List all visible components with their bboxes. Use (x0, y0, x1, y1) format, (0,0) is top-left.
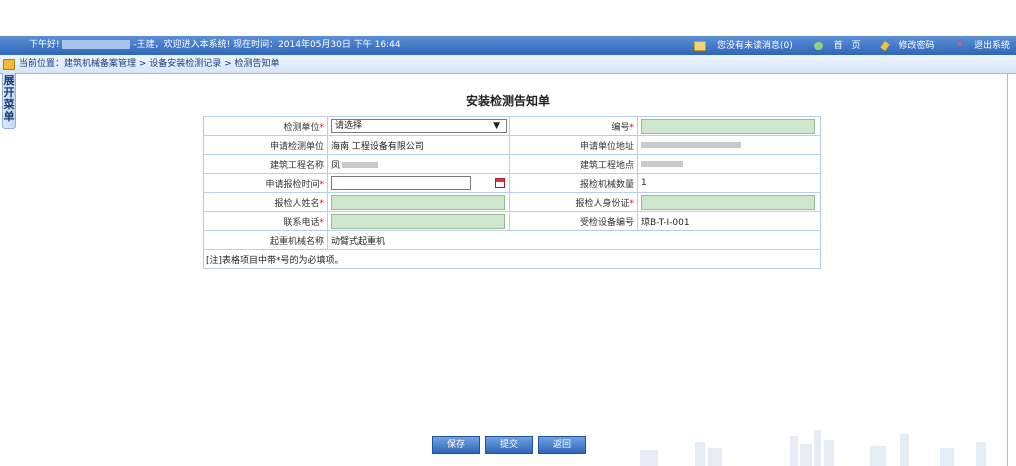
required-mark: * (629, 198, 635, 209)
redacted-location (641, 160, 683, 167)
calendar-icon[interactable] (495, 178, 505, 188)
required-mark: * (319, 217, 325, 228)
folder-icon (3, 59, 15, 70)
required-mark: * (319, 122, 325, 133)
device-no-label: 受检设备编号 (509, 211, 638, 231)
city-skyline-decoration (640, 430, 986, 466)
machine-count-value: 1 (637, 173, 821, 193)
report-time-label: 申请报检时间 (265, 179, 320, 190)
breadcrumb: 当前位置：建筑机械备案管理 > 设备安装检测记录 > 检测告知单 (0, 55, 1016, 74)
welcome-area: 下午好! -王建，欢迎进入本系统! 现在时间：2014年05月30日 下午 16… (29, 36, 401, 55)
phone-label: 联系电话 (283, 217, 320, 228)
greeting-text: 下午好! (29, 40, 60, 50)
content-border (1007, 73, 1008, 466)
reporter-id-input[interactable] (641, 194, 815, 210)
number-input[interactable] (641, 118, 815, 134)
redacted-address (641, 141, 741, 148)
messages-link[interactable]: 您没有未读消息(0) (685, 40, 796, 51)
phone-input[interactable] (331, 213, 505, 229)
page-title: 安装检测告知单 (465, 94, 550, 108)
mail-icon (694, 40, 707, 51)
key-icon (879, 40, 890, 51)
applicant-unit-value: 海南 工程设备有限公司 (331, 141, 424, 152)
reporter-id-label: 报检人身份证 (575, 198, 630, 209)
form-row: 申请报检时间* 报检机械数量 1 (203, 173, 821, 193)
form-row: 申请检测单位 海南 工程设备有限公司 申请单位地址 (203, 135, 821, 155)
report-time-input[interactable] (331, 176, 471, 190)
chevron-down-icon: ▼ (493, 121, 500, 131)
crane-name-label: 起重机械名称 (203, 230, 328, 250)
redacted-project-name (342, 162, 379, 168)
save-button[interactable]: 保存 (432, 436, 480, 454)
reporter-name-input[interactable] (331, 194, 505, 210)
top-actions: 您没有未读消息(0) 首 页 修改密码 ✕ 退出系统 (676, 36, 1010, 56)
form-row: 报检人姓名* 报检人身份证* (203, 192, 821, 212)
breadcrumb-text: 当前位置：建筑机械备案管理 > 设备安装检测记录 > 检测告知单 (19, 59, 280, 69)
project-location-label: 建筑工程地点 (509, 154, 638, 174)
applicant-address-label: 申请单位地址 (509, 135, 638, 155)
form-row: 联系电话* 受检设备编号 琼B-T-I-001 (203, 211, 821, 231)
required-mark: * (319, 198, 325, 209)
back-button[interactable]: 返回 (538, 436, 586, 454)
project-name-value: 凤 (331, 160, 341, 171)
inspection-unit-selected: 请选择 (335, 121, 363, 131)
inspection-unit-label: 检测单位 (283, 122, 320, 133)
home-icon (813, 41, 823, 50)
form-row: [注]表格项目中带*号的为必填项。 (203, 249, 821, 269)
close-icon: ✕ (955, 40, 963, 50)
home-link[interactable]: 首 页 (805, 41, 864, 51)
applicant-unit-label: 申请检测单位 (203, 135, 328, 155)
form-row: 检测单位* 请选择 ▼ 编号* (203, 116, 821, 136)
crane-name-value: 动臂式起重机 (327, 230, 821, 250)
required-mark: * (319, 179, 325, 190)
inspection-form: 检测单位* 请选择 ▼ 编号* 申请检测单位 海南 工程设备有限公司 申请单位地… (203, 116, 821, 269)
form-row: 建筑工程名称 凤 建筑工程地点 (203, 154, 821, 174)
project-name-label: 建筑工程名称 (203, 154, 328, 174)
submit-button[interactable]: 提交 (485, 436, 533, 454)
inspection-unit-select[interactable]: 请选择 ▼ (331, 119, 507, 133)
form-row: 起重机械名称 动臂式起重机 (203, 230, 821, 250)
reporter-name-label: 报检人姓名 (274, 198, 320, 209)
logout-link[interactable]: ✕ 退出系统 (946, 40, 1010, 51)
device-no-value: 琼B-T-I-001 (637, 211, 821, 231)
change-password-link[interactable]: 修改密码 (873, 40, 938, 51)
required-note: [注]表格项目中带*号的为必填项。 (203, 249, 821, 269)
redacted-name (62, 40, 131, 49)
expand-menu-char: 单 (3, 110, 15, 123)
number-label: 编号 (611, 122, 630, 133)
required-mark: * (629, 122, 635, 133)
machine-count-label: 报检机械数量 (509, 173, 638, 193)
top-bar: 下午好! -王建，欢迎进入本系统! 现在时间：2014年05月30日 下午 16… (0, 36, 1016, 55)
welcome-text: -王建，欢迎进入本系统! 现在时间：2014年05月30日 下午 16:44 (133, 40, 401, 50)
